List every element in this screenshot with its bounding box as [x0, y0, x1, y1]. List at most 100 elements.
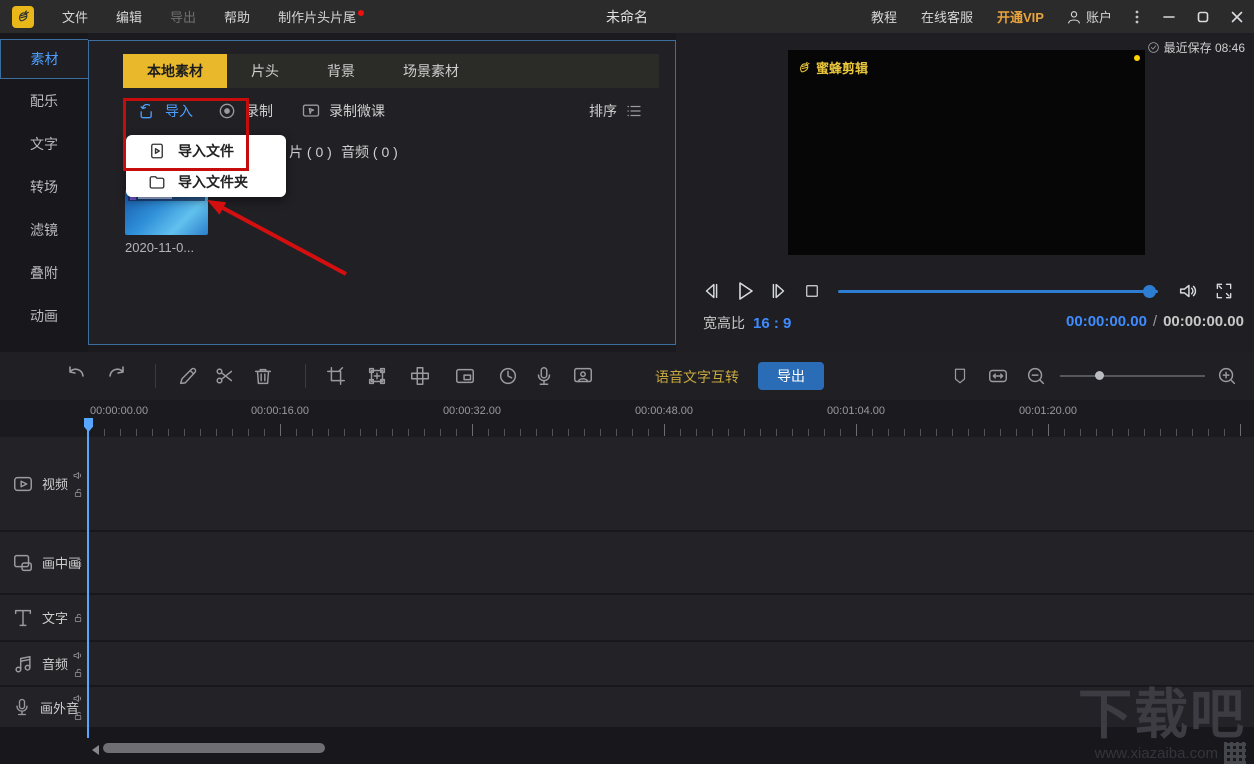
fit-timeline-button[interactable]	[986, 364, 1010, 388]
ruler-label: 00:00:00.00	[90, 405, 149, 417]
mosaic-button[interactable]	[408, 364, 432, 388]
marker-button[interactable]	[948, 364, 972, 388]
vip-link[interactable]: 开通VIP	[985, 7, 1056, 26]
menu-file[interactable]: 文件	[48, 7, 102, 26]
timeline-zoom-slider[interactable]	[1060, 371, 1205, 380]
crop-button[interactable]	[324, 364, 348, 388]
record-icon	[219, 103, 235, 119]
tab-background[interactable]: 背景	[303, 54, 379, 88]
pip-track-header: 画中画	[0, 532, 88, 593]
current-time: 00:00:00.00	[1066, 313, 1147, 330]
record-button[interactable]: 录制	[217, 101, 273, 121]
playhead-line[interactable]	[87, 418, 89, 738]
webcam-record-button[interactable]	[571, 364, 595, 388]
minimize-button[interactable]	[1152, 0, 1186, 33]
account-button[interactable]: 账户	[1056, 7, 1122, 26]
clip-count[interactable]: 片 ( 0 )	[289, 142, 332, 162]
video-preview[interactable]: 蜜蜂剪辑	[788, 50, 1145, 255]
support-link[interactable]: 在线客服	[909, 7, 985, 26]
track-lock-icon[interactable]	[73, 667, 84, 678]
pip-track[interactable]: 画中画	[0, 532, 1254, 593]
scroll-left-arrow[interactable]	[92, 745, 99, 755]
sidebar-item-animation[interactable]: 动画	[0, 294, 88, 337]
volume-button[interactable]	[1176, 279, 1200, 303]
timeline-ruler[interactable]: 00:00:00.00 00:00:16.00 00:00:32.00 00:0…	[0, 400, 1254, 437]
voiceover-track[interactable]: 画外音	[0, 687, 1254, 727]
mosaic-icon	[411, 367, 429, 385]
zoom-out-button[interactable]	[1024, 364, 1048, 388]
audio-track[interactable]: 音频	[0, 642, 1254, 685]
seek-slider-thumb[interactable]	[1143, 285, 1156, 298]
player-info-row: 宽高比 16 : 9 00:00:00.00 / 00:00:00.00	[676, 313, 1254, 337]
menu-help[interactable]: 帮助	[210, 7, 264, 26]
preview-watermark: 蜜蜂剪辑	[796, 58, 868, 77]
text-track[interactable]: 文字	[0, 595, 1254, 640]
undo-button[interactable]	[64, 364, 88, 388]
audio-count[interactable]: 音频 ( 0 )	[341, 142, 398, 162]
menu-export: 导出	[170, 10, 197, 25]
sort-button[interactable]: 排序	[589, 101, 643, 121]
fullscreen-button[interactable]	[1212, 279, 1236, 303]
tab-intro[interactable]: 片头	[227, 54, 303, 88]
menu-intro-outro[interactable]: 制作片头片尾	[264, 7, 370, 26]
track-volume-icon[interactable]	[72, 649, 84, 661]
beecut-window: 文件 编辑 导出 帮助 制作片头片尾 未命名 教程 在线客服 开通VIP 账户	[0, 0, 1254, 764]
sidebar-item-media[interactable]: 素材	[0, 39, 88, 79]
track-lock-icon[interactable]	[73, 711, 84, 722]
total-time: 00:00:00.00	[1163, 313, 1244, 330]
video-track-icon	[14, 476, 32, 491]
sidebar-item-overlay[interactable]: 叠附	[0, 251, 88, 294]
webcam-person-icon	[574, 367, 592, 383]
speech-text-convert-button[interactable]: 语音文字互转	[655, 367, 739, 387]
aspect-ratio-control[interactable]: 宽高比 16 : 9	[703, 313, 791, 333]
fit-width-icon	[989, 369, 1007, 383]
close-button[interactable]	[1220, 0, 1254, 33]
duration-button[interactable]	[496, 364, 520, 388]
titlebar: 文件 编辑 导出 帮助 制作片头片尾 未命名 教程 在线客服 开通VIP 账户	[0, 0, 1254, 33]
trash-icon	[254, 368, 272, 385]
tab-local-media[interactable]: 本地素材	[123, 54, 227, 88]
playback-controls	[676, 279, 1254, 307]
delete-button[interactable]	[251, 364, 275, 388]
maximize-button[interactable]	[1186, 0, 1220, 33]
menu-edit[interactable]: 编辑	[102, 7, 156, 26]
sidebar-item-transition[interactable]: 转场	[0, 165, 88, 208]
track-lock-icon[interactable]	[73, 557, 84, 568]
zoom-clip-button[interactable]	[365, 364, 389, 388]
media-clip-item[interactable]: 2020-11-0...	[125, 190, 208, 255]
track-volume-icon[interactable]	[72, 469, 84, 481]
import-button[interactable]: 导入	[137, 101, 193, 121]
prev-frame-button[interactable]	[700, 279, 724, 303]
play-button[interactable]	[732, 279, 756, 303]
track-volume-icon[interactable]	[72, 693, 84, 705]
timeline-zoom-thumb[interactable]	[1095, 371, 1104, 380]
voiceover-button[interactable]	[532, 364, 556, 388]
text-track-label: 文字	[42, 611, 69, 626]
zoom-in-button[interactable]	[1215, 364, 1239, 388]
edit-toolbar: 语音文字互转 导出	[0, 352, 1254, 400]
next-frame-button[interactable]	[766, 279, 790, 303]
pip-button[interactable]	[453, 364, 477, 388]
seek-slider[interactable]	[838, 285, 1158, 298]
sidebar-item-text[interactable]: 文字	[0, 122, 88, 165]
export-button[interactable]: 导出	[758, 362, 824, 390]
tab-scene-media[interactable]: 场景素材	[379, 54, 483, 88]
menu-item-import-file[interactable]: 导入文件	[126, 135, 286, 166]
redo-button[interactable]	[105, 364, 129, 388]
edit-button[interactable]	[176, 364, 200, 388]
stop-button[interactable]	[800, 279, 824, 303]
video-track-label: 视频	[42, 477, 69, 492]
sidebar-item-music[interactable]: 配乐	[0, 79, 88, 122]
video-track[interactable]: 视频	[0, 437, 1254, 530]
tutorial-link[interactable]: 教程	[859, 7, 909, 26]
cut-button[interactable]	[213, 364, 237, 388]
more-menu-button[interactable]	[1122, 9, 1152, 25]
sidebar-item-filter[interactable]: 滤镜	[0, 208, 88, 251]
menu-item-import-folder[interactable]: 导入文件夹	[126, 166, 286, 197]
horizontal-scrollbar[interactable]	[103, 743, 325, 753]
record-course-button[interactable]: 录制微课	[301, 101, 385, 121]
import-dropdown-menu: 导入文件 导入文件夹	[126, 135, 286, 197]
track-lock-icon[interactable]	[73, 487, 84, 498]
track-lock-icon[interactable]	[73, 612, 84, 623]
fullscreen-icon	[1216, 283, 1232, 299]
